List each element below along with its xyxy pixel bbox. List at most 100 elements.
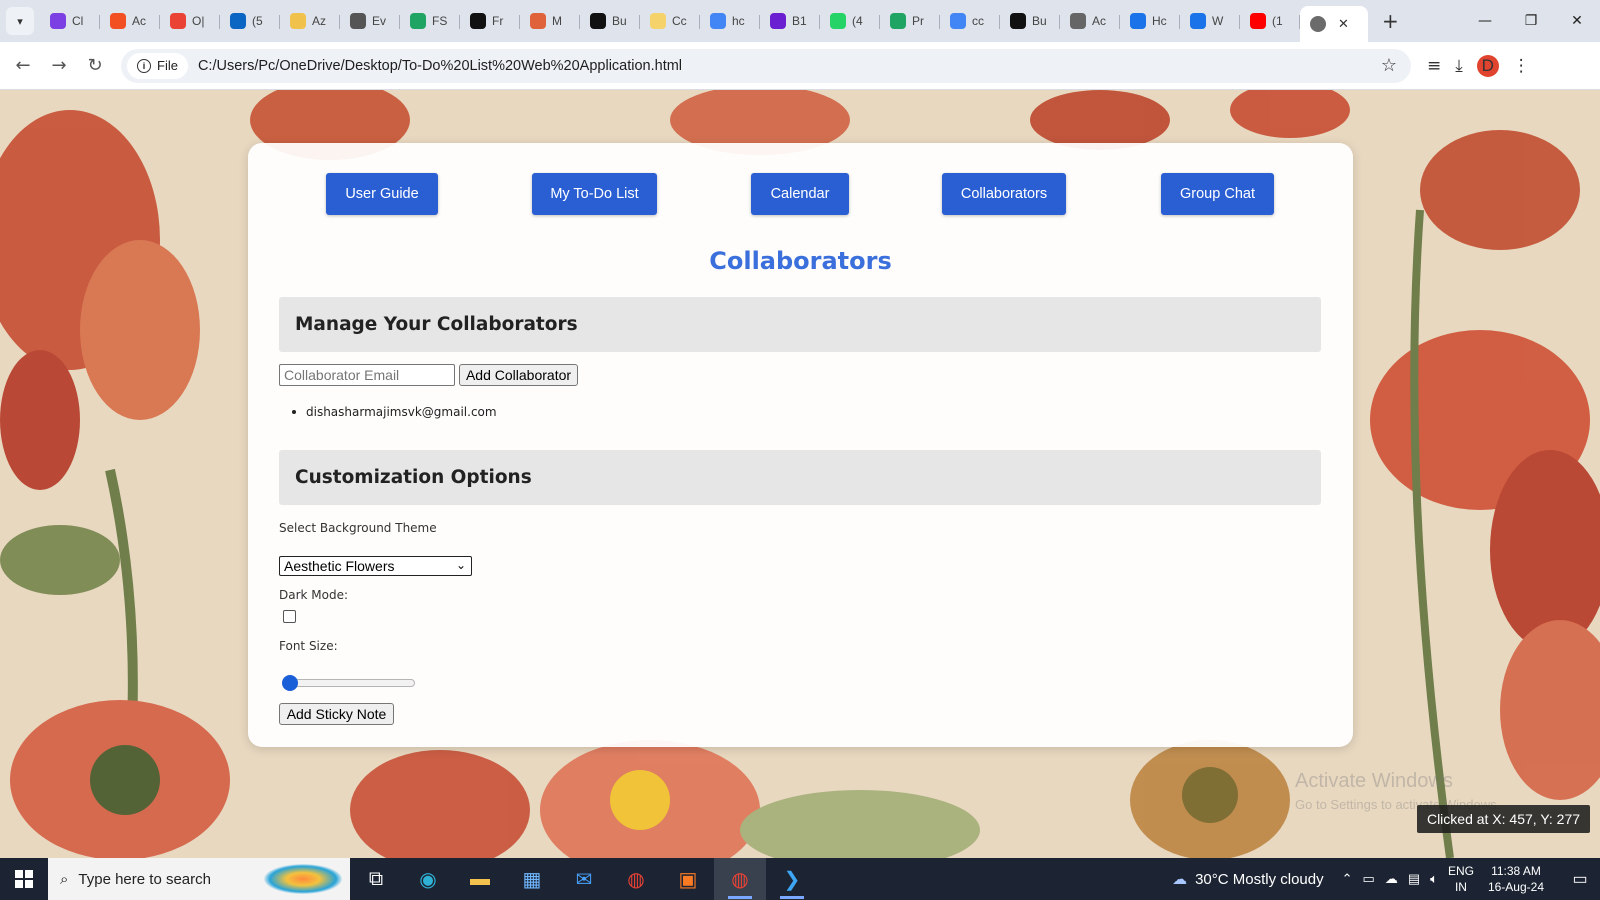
tab-favicon-icon — [770, 13, 786, 29]
watermark-title: Activate Windows — [1295, 770, 1453, 792]
add-collaborator-button[interactable]: Add Collaborator — [459, 364, 578, 386]
edge-browser-icon[interactable]: ◉ — [402, 858, 454, 900]
new-tab-plus-icon[interactable]: + — [1382, 9, 1399, 33]
font-size-slider-thumb[interactable] — [282, 675, 298, 691]
tab-title: M — [552, 14, 562, 28]
browser-tab[interactable]: cc — [940, 6, 1000, 36]
nav-user-guide-button[interactable]: User Guide — [326, 173, 438, 215]
browser-tab[interactable]: (1 — [1240, 6, 1300, 36]
browser-tab[interactable]: Cl — [40, 6, 100, 36]
browser-tab[interactable]: Bu — [1000, 6, 1060, 36]
restore-icon[interactable]: ❐ — [1508, 0, 1554, 42]
windows-start-icon[interactable] — [0, 858, 48, 900]
media-queue-icon[interactable]: ≡ — [1427, 56, 1441, 76]
browser-tab[interactable]: Ev — [340, 6, 400, 36]
task-view-icon[interactable]: ⧉ — [350, 858, 402, 900]
browser-tab[interactable]: M — [520, 6, 580, 36]
volume-icon[interactable]: 🔈︎ — [1430, 871, 1438, 887]
xampp-icon[interactable]: ▣ — [662, 858, 714, 900]
weather-widget[interactable]: ☁ 30°C Mostly cloudy — [1172, 870, 1324, 889]
bookmark-star-icon[interactable]: ☆ — [1381, 55, 1397, 76]
tab-favicon-icon — [890, 13, 906, 29]
browser-tab[interactable]: O| — [160, 6, 220, 36]
tab-favicon-icon — [950, 13, 966, 29]
browser-tab[interactable]: (5 — [220, 6, 280, 36]
file-explorer-icon[interactable]: ▬ — [454, 858, 506, 900]
language-indicator[interactable]: ENG IN — [1448, 863, 1474, 895]
browser-menu-icon[interactable]: ⋮ — [1513, 56, 1530, 76]
browser-tab[interactable]: Bu — [580, 6, 640, 36]
meet-now-icon[interactable]: ▭ — [1363, 871, 1375, 887]
browser-tab[interactable]: W — [1180, 6, 1240, 36]
browser-tab[interactable]: Az — [280, 6, 340, 36]
browser-tab[interactable]: hc — [700, 6, 760, 36]
url-text[interactable]: C:/Users/Pc/OneDrive/Desktop/To-Do%20Lis… — [198, 58, 682, 74]
chevron-up-icon[interactable]: ⌃ — [1342, 871, 1353, 887]
forward-arrow-icon[interactable]: → — [41, 48, 77, 84]
browser-tab[interactable]: B1 — [760, 6, 820, 36]
address-bar[interactable]: i File C:/Users/Pc/OneDrive/Desktop/To-D… — [121, 48, 1411, 83]
clock-date: 16-Aug-24 — [1487, 880, 1544, 894]
browser-tab[interactable]: Ac — [100, 6, 160, 36]
search-highlight-image — [264, 864, 342, 894]
microsoft-store-icon[interactable]: ▦ — [506, 858, 558, 900]
tab-title: FS — [432, 14, 448, 28]
chrome-profile-icon[interactable]: ◍ — [714, 858, 766, 900]
page-title: Collaborators — [709, 247, 892, 275]
tab-title: B1 — [792, 14, 807, 28]
add-sticky-note-button[interactable]: Add Sticky Note — [279, 703, 394, 725]
browser-tab[interactable]: Ac — [1060, 6, 1120, 36]
chrome-icon[interactable]: ◍ — [610, 858, 662, 900]
nav-collaborators-button[interactable]: Collaborators — [942, 173, 1066, 215]
tab-favicon-icon — [230, 13, 246, 29]
taskbar-clock[interactable]: 11:38 AM 16-Aug-24 — [1488, 863, 1544, 895]
active-browser-tab[interactable]: ✕ — [1300, 6, 1368, 42]
onedrive-icon[interactable]: ☁ — [1385, 871, 1398, 887]
taskbar-search-box[interactable]: ⌕ Type here to search — [48, 858, 350, 900]
tab-search-chevron-icon[interactable]: ▾ — [6, 7, 34, 35]
font-size-slider[interactable] — [283, 679, 415, 687]
tab-title: Ac — [132, 14, 147, 28]
tab-title: hc — [732, 14, 745, 28]
tab-favicon-icon — [50, 13, 66, 29]
nav-group-chat-button[interactable]: Group Chat — [1161, 173, 1274, 215]
background-theme-select[interactable]: Aesthetic Flowers ⌄ — [279, 556, 472, 576]
tab-title: Cl — [72, 14, 84, 28]
minimize-icon[interactable]: — — [1462, 0, 1508, 42]
dark-mode-checkbox[interactable] — [283, 610, 296, 623]
tab-list: Cl Ac O| (5 Az Ev FS Fr M Bu Cc hc B1 (4 Pr cc Bu Ac Hc W (1… — [40, 0, 1368, 42]
chevron-down-icon: ⌄ — [455, 558, 466, 572]
tab-favicon-icon — [830, 13, 846, 29]
tab-title: Hc — [1152, 14, 1167, 28]
browser-tab[interactable]: Cc — [640, 6, 700, 36]
vscode-icon[interactable]: ❯ — [766, 858, 818, 900]
mail-icon[interactable]: ✉ — [558, 858, 610, 900]
reload-icon[interactable]: ↻ — [77, 48, 113, 84]
region-code: IN — [1454, 880, 1467, 894]
browser-toolbar: ← → ↻ i File C:/Users/Pc/OneDrive/Deskto… — [0, 42, 1600, 90]
download-icon[interactable]: ⤓ — [1455, 56, 1463, 76]
profile-avatar[interactable]: D — [1476, 54, 1499, 77]
font-size-label: Font Size: — [279, 639, 338, 653]
tab-favicon-icon — [470, 13, 486, 29]
site-info-chip[interactable]: i File — [127, 52, 188, 79]
browser-tab[interactable]: Pr — [880, 6, 940, 36]
browser-tab[interactable]: Fr — [460, 6, 520, 36]
info-icon: i — [137, 58, 151, 73]
tab-title: cc — [972, 14, 984, 28]
back-arrow-icon[interactable]: ← — [5, 48, 41, 84]
close-window-icon[interactable]: ✕ — [1554, 0, 1600, 42]
collaborator-email-input[interactable] — [279, 364, 455, 386]
browser-tab[interactable]: Hc — [1120, 6, 1180, 36]
nav-calendar-button[interactable]: Calendar — [751, 173, 849, 215]
browser-tab[interactable]: (4 — [820, 6, 880, 36]
close-tab-icon[interactable]: ✕ — [1338, 16, 1349, 32]
app-nav: User Guide My To-Do List Calendar Collab… — [248, 173, 1353, 215]
search-icon: ⌕ — [60, 870, 69, 888]
browser-tab[interactable]: FS — [400, 6, 460, 36]
notification-center-icon[interactable]: ▭ — [1560, 858, 1600, 900]
nav-my-todo-list-button[interactable]: My To-Do List — [532, 173, 657, 215]
network-icon[interactable]: ▤ — [1408, 871, 1420, 887]
tab-title: Az — [312, 14, 327, 28]
browser-tab-strip: ▾ Cl Ac O| (5 Az Ev FS Fr M Bu Cc hc B1 (4 Pr cc Bu Ac Hc W… — [0, 0, 1600, 42]
